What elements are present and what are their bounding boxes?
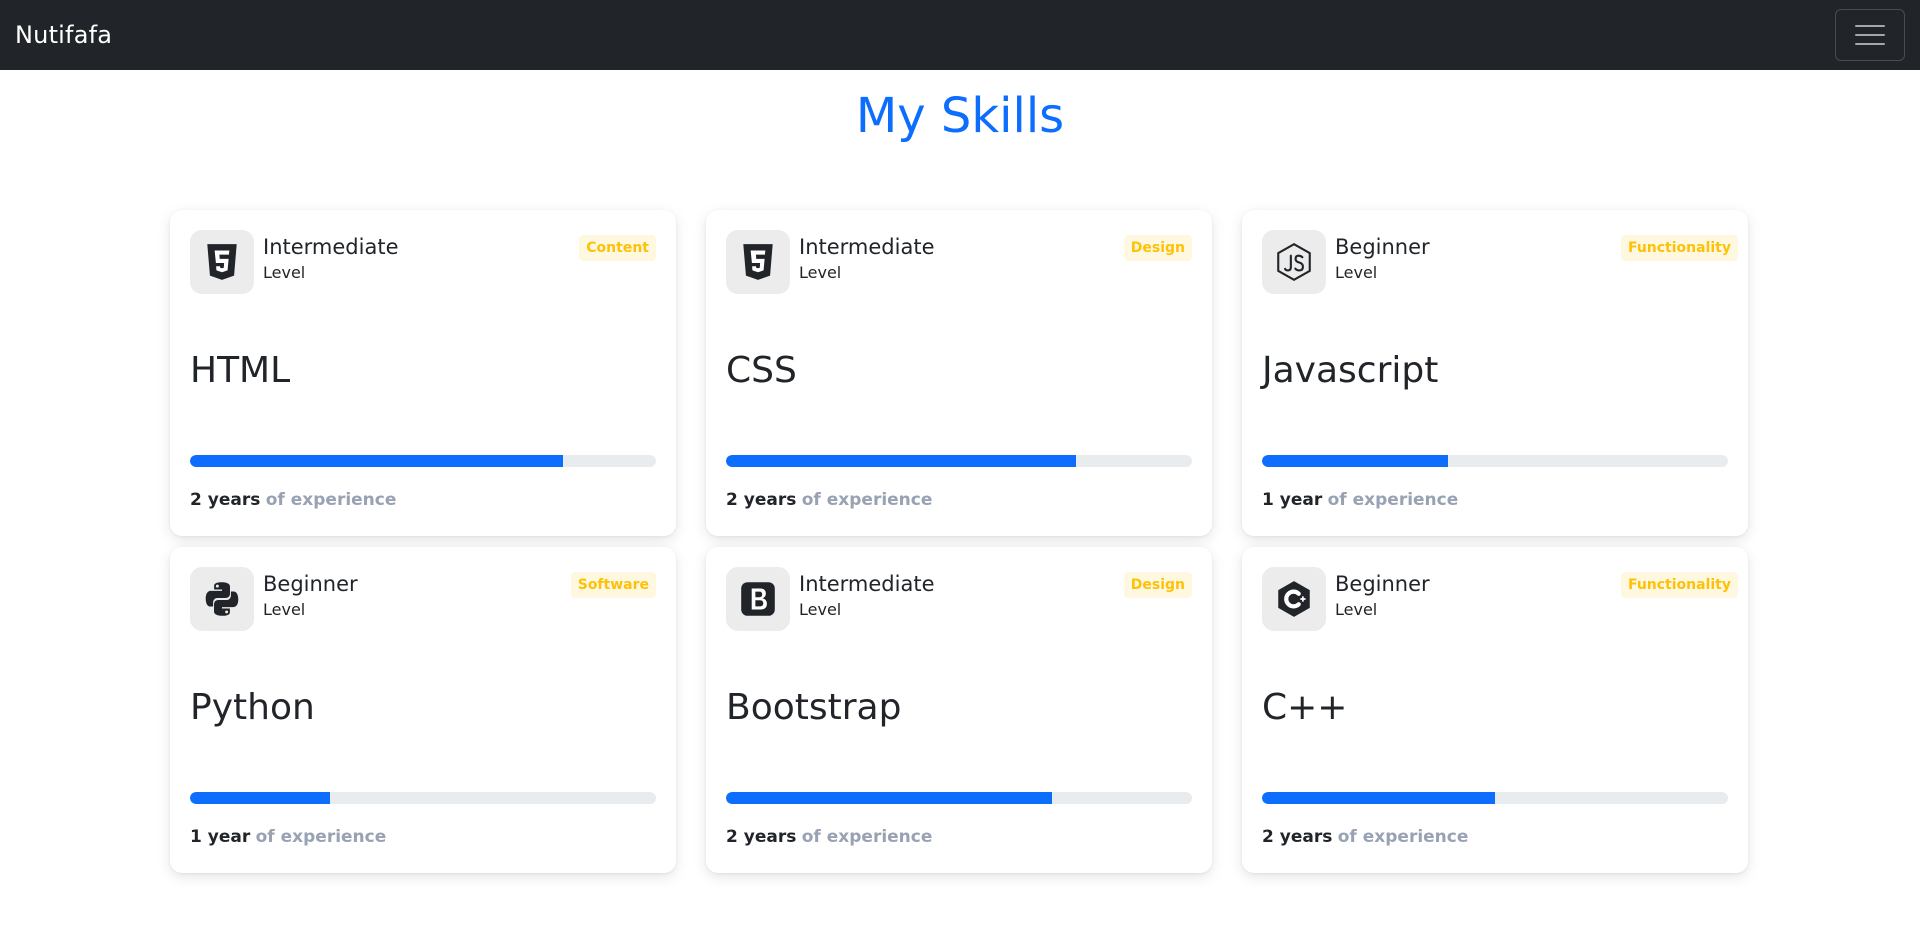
experience-label: of experience [1327,490,1459,510]
skill-progress-fill [190,792,330,804]
experience-text: 2 years of experience [726,827,932,847]
experience-text: 2 years of experience [190,490,396,510]
skill-name: HTML [190,350,291,391]
skill-progress-fill [1262,455,1449,467]
skill-level-label: Level [799,600,842,619]
skill-card: Beginner Level Software Python 1 year of… [170,547,676,873]
skill-progress-fill [726,792,1053,804]
category-badge: Functionality [1620,572,1738,598]
skill-level: Beginner [263,572,358,596]
page-title: My Skills [855,88,1065,144]
skill-level-label: Level [1335,263,1378,282]
skill-progress-bar [190,455,656,467]
skill-progress-fill [726,455,1076,467]
skill-card: Intermediate Level Content HTML 2 years … [170,210,676,536]
experience-text: 2 years of experience [726,490,932,510]
brand-link[interactable]: Nutifafa [15,21,112,49]
skill-progress-bar [726,792,1192,804]
skill-level-label: Level [799,263,842,282]
skill-progress-bar [1262,455,1728,467]
experience-years: 2 years [726,490,797,510]
experience-text: 2 years of experience [1262,827,1468,847]
skill-progress-bar [1262,792,1728,804]
experience-years: 2 years [190,490,261,510]
skill-card: Beginner Level Functionality C++ 2 years… [1242,547,1748,873]
category-badge: Design [1123,235,1192,261]
skill-progress-bar [726,455,1192,467]
category-badge: Design [1123,572,1192,598]
skill-card: Intermediate Level Design Bootstrap 2 ye… [706,547,1212,873]
bootstrap-icon [726,567,790,631]
skills-grid: Intermediate Level Content HTML 2 years … [170,210,1750,873]
experience-years: 1 year [1262,490,1323,510]
experience-label: of experience [255,827,387,847]
skill-level-label: Level [263,263,306,282]
javascript-icon [1262,230,1326,294]
category-badge: Functionality [1620,235,1738,261]
skill-name: Bootstrap [726,687,902,728]
skill-name: Javascript [1262,350,1439,391]
skill-name: Python [190,687,315,728]
skill-level: Beginner [1335,572,1430,596]
experience-label: of experience [801,490,933,510]
experience-years: 2 years [1262,827,1333,847]
skill-level-label: Level [1335,600,1378,619]
experience-label: of experience [801,827,933,847]
experience-years: 2 years [726,827,797,847]
skill-card: Intermediate Level Design CSS 2 years of… [706,210,1212,536]
cplusplus-icon [1262,567,1326,631]
skill-level: Intermediate [799,235,935,259]
category-badge: Software [570,572,656,598]
skill-progress-fill [1262,792,1495,804]
css3-icon [726,230,790,294]
experience-label: of experience [265,490,397,510]
skill-level-label: Level [263,600,306,619]
skill-name: C++ [1262,687,1348,728]
skill-level: Intermediate [263,235,399,259]
python-icon [190,567,254,631]
html5-icon [190,230,254,294]
skill-level: Beginner [1335,235,1430,259]
hamburger-menu-icon[interactable] [1835,9,1905,61]
skill-card: Beginner Level Functionality Javascript … [1242,210,1748,536]
skill-progress-bar [190,792,656,804]
skill-name: CSS [726,350,797,391]
experience-label: of experience [1337,827,1469,847]
experience-text: 1 year of experience [1262,490,1458,510]
category-badge: Content [579,235,656,261]
experience-text: 1 year of experience [190,827,386,847]
skill-level: Intermediate [799,572,935,596]
navbar: Nutifafa [0,0,1920,70]
experience-years: 1 year [190,827,251,847]
skill-progress-fill [190,455,563,467]
